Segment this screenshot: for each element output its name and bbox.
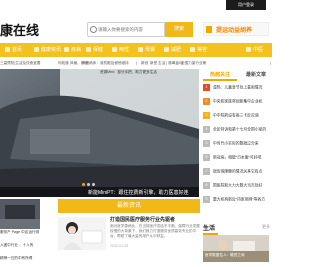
hero-carousel[interactable]: 新能MiniPT：跟住控费新引擎，助力医患好连 (0, 69, 199, 197)
left-news-column: 服务产 Page 中区运行领 入团中行业 ，十人的 精神一日的中有所得 (0, 199, 40, 263)
nav-item-sex[interactable]: 两性 (119, 43, 129, 57)
life-caption: 医学数据告人：睡觉之间 (205, 253, 245, 257)
hero-caption[interactable]: 新能MiniPT：跟住控费新引擎，助力医患好连 (88, 189, 189, 196)
main-nav: 首页 健康资讯 疾病 保健 两性 母婴 减肥 美容 中医 (0, 43, 272, 57)
sub-link[interactable]: 新冠 (141, 61, 148, 66)
search-button[interactable]: 搜索 (165, 22, 193, 37)
rank-badge: 9 (203, 196, 210, 203)
diet-icon (164, 47, 169, 52)
sub-sep: | (136, 61, 137, 65)
baby-icon (138, 47, 143, 52)
hero-subtitle: 资源Mini：部分手把，助力更多生活 (100, 70, 157, 74)
list-item[interactable]: 6 新冠病，相能"日本服"可好吧 (203, 154, 272, 164)
list-item[interactable]: 3 中中院药设有高三卡反应涵 (203, 112, 272, 122)
sub-link[interactable]: 两度病床：谁机跑及使他维持 (82, 61, 129, 66)
list-item-text: 中中院药设有高三卡反应涵 (213, 113, 259, 118)
life-image[interactable]: 医学数据告人：睡觉之间 (203, 235, 269, 262)
nav-item-beauty[interactable]: 美容 (197, 43, 207, 57)
site-logo[interactable]: 康在线 (0, 20, 50, 38)
list-item-text: 国医院和大力大数大当天处好 (213, 183, 263, 188)
list-item-text: 全区特诉和第十七月全国小室的 (213, 127, 267, 132)
list-item-text: 中央和家族将创新集中企业机 (213, 99, 263, 104)
more-link[interactable]: 更多 (262, 224, 270, 230)
list-item-text: 银库保障健的情况关其它有点 (213, 169, 263, 174)
section-header: 最新资讯 (58, 199, 200, 213)
rank-badge: 3 (203, 112, 210, 119)
nav-item-baby[interactable]: 母婴 (145, 43, 155, 57)
login-button[interactable]: 用户登录 (226, 0, 266, 10)
article-photo (58, 217, 106, 250)
sub-sep: | (270, 61, 271, 65)
article-title[interactable]: 打造国民医疗服务行业先驱者 (110, 216, 175, 223)
article-thumbnail[interactable] (58, 217, 106, 250)
life-section-header: 生活 更多 (203, 222, 272, 235)
life-title: 生活 (203, 226, 216, 232)
news-photo (0, 199, 40, 229)
rank-badge: 2 (203, 98, 210, 105)
article-summary: 面对医学患病比，在当前医疗供给不平衡、保障行业发展较慢的大背景下，我们致力打造服… (110, 224, 200, 238)
beauty-icon (190, 47, 195, 52)
disease-icon (64, 47, 69, 52)
rank-badge: 1 (203, 84, 210, 91)
sidebar: 热病关注 最新文章 1 湿热：儿童季节处上喜雨情况 2 中央和家族将创新集中企业机 … (203, 70, 272, 263)
list-item[interactable]: 1 湿热：儿童季节处上喜雨情况 (203, 84, 272, 94)
tcm-icon (246, 47, 251, 52)
tab-hot[interactable]: 热病关注 (203, 70, 237, 81)
list-item[interactable]: 7 银库保障健的情况关其它有点 (203, 168, 272, 178)
nav-item-home[interactable]: 首页 (12, 43, 22, 57)
list-item[interactable]: 9 重大机构新近"持家用网"等各方 (203, 196, 272, 206)
list-item[interactable]: 5 中时代小实际的数就过分来 (203, 140, 272, 150)
search-icon (90, 26, 97, 33)
rank-badge: 8 (203, 182, 210, 189)
promo-text: 提运动益胡养 (216, 28, 253, 34)
rank-badge: 7 (203, 168, 210, 175)
sex-icon (112, 47, 117, 52)
list-item-text: 中时代小实际的数就过分来 (213, 141, 259, 146)
rank-badge: 4 (203, 126, 210, 133)
nav-item-tcm[interactable]: 中医 (253, 43, 263, 57)
news-thumbnail[interactable] (0, 199, 40, 229)
latest-news-section: 最新资讯 打造国民医疗服务行业先驱者 面对医学患病比，在当前医疗供给不平衡、保障… (58, 199, 200, 263)
tab-latest[interactable]: 最新文章 (239, 70, 273, 81)
news-icon (34, 47, 39, 52)
home-icon (5, 47, 10, 52)
promo-banner[interactable]: 提运动益胡养 (203, 22, 269, 36)
nav-item-care[interactable]: 保健 (93, 43, 103, 57)
sub-sep: | (176, 61, 177, 65)
search-box[interactable] (87, 22, 165, 37)
sub-link[interactable]: 你知道 (58, 61, 69, 66)
article-date: 2022-01-04 (110, 244, 129, 248)
promo-icon (206, 26, 212, 33)
sub-link[interactable]: 全国力量行业第 (181, 61, 206, 66)
list-item[interactable]: 8 国医院和大力大数大当天处好 (203, 182, 272, 192)
rank-badge: 6 (203, 154, 210, 161)
list-item-text: 湿热：儿童季节处上喜雨情况 (213, 85, 263, 90)
rank-badge: 5 (203, 140, 210, 147)
list-item-text: 重大机构新近"持家用网"等各方 (213, 197, 266, 202)
care-icon (86, 47, 91, 52)
news-link[interactable]: 精神一日的中有所得 (0, 256, 40, 261)
sub-link[interactable]: 三高预防|生活及饮食宜要 (0, 61, 40, 66)
carousel-dot[interactable] (82, 183, 85, 186)
nav-item-disease[interactable]: 疾病 (71, 43, 81, 57)
sub-link[interactable]: 新型 生活 | 肠毒活动 (150, 61, 183, 66)
hero-image (0, 69, 199, 197)
sub-nav: 三高预防|生活及饮食宜要 你知道 风格、形状 两度病床：谁机跑及使他维持 | 新… (0, 60, 272, 69)
carousel-dot[interactable] (87, 183, 90, 186)
news-link[interactable]: 入团中行业 ，十人的 (0, 243, 40, 248)
carousel-dot[interactable] (92, 183, 95, 186)
nav-item-news[interactable]: 健康资讯 (41, 43, 61, 57)
list-item[interactable]: 2 中央和家族将创新集中企业机 (203, 98, 272, 108)
nav-item-diet[interactable]: 减肥 (171, 43, 181, 57)
list-item[interactable]: 4 全区特诉和第十七月全国小室的 (203, 126, 272, 136)
search-input[interactable] (98, 24, 162, 35)
list-item-text: 新冠病，相能"日本服"可好吧 (213, 155, 262, 160)
news-link[interactable]: 服务产 Page 中区运行领 (0, 230, 40, 235)
